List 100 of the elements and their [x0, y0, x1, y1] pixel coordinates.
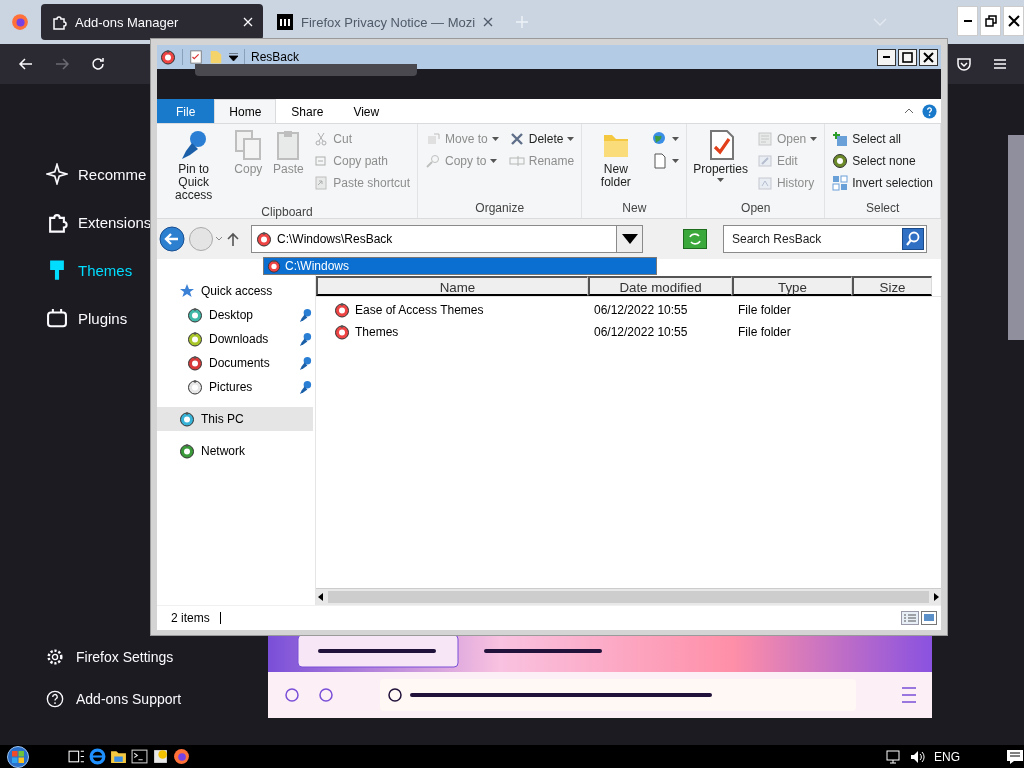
copy-to-icon — [425, 153, 442, 169]
refresh-icon — [683, 229, 707, 249]
help-icon — [922, 103, 937, 119]
file-name-cell[interactable]: Ease of Access Themes — [316, 302, 588, 318]
browser-app-button[interactable] — [173, 748, 190, 765]
plus-icon — [515, 15, 530, 29]
column-header[interactable]: Type — [732, 276, 852, 296]
restore-button[interactable] — [980, 6, 1001, 36]
ribbon-tab[interactable]: Home — [214, 99, 277, 123]
help-app-icon — [152, 748, 169, 765]
close-button[interactable] — [919, 48, 938, 66]
back-button[interactable] — [159, 226, 185, 252]
ribbon-button[interactable]: New folder — [586, 127, 646, 200]
group-label: New — [621, 200, 648, 217]
star-icon — [179, 283, 195, 299]
ribbon-button[interactable]: Select none — [829, 151, 936, 171]
move-icon — [425, 131, 442, 147]
invert-selection-icon — [832, 175, 849, 191]
maximize-button[interactable] — [898, 48, 917, 66]
ribbon-button[interactable]: Select all — [829, 129, 936, 149]
nav-item[interactable]: Quick access — [157, 279, 313, 303]
help-button[interactable] — [922, 103, 937, 119]
sidebar-item[interactable]: Themes — [46, 258, 133, 282]
window-title: ResBack — [251, 50, 300, 64]
search-button[interactable] — [900, 228, 926, 250]
column-header[interactable]: Date modified — [588, 276, 732, 296]
open-icon — [756, 131, 773, 147]
reload-icon — [90, 56, 106, 72]
notifications-button[interactable] — [1006, 748, 1024, 765]
refresh-button[interactable] — [683, 229, 707, 249]
address-bar[interactable]: C:\Windows\ResBack — [251, 225, 643, 253]
start-icon — [6, 745, 30, 768]
ribbon-button[interactable]: Properties — [691, 127, 750, 200]
address-input[interactable]: C:\Windows\ResBack — [277, 232, 611, 246]
table-cell-text: File folder — [737, 303, 792, 317]
close-icon — [923, 51, 934, 63]
up-button[interactable] — [227, 232, 239, 246]
up-icon — [227, 232, 239, 246]
dropdown-icon — [621, 234, 638, 244]
collapse-ribbon-icon — [904, 108, 914, 114]
column-header[interactable]: Size — [852, 276, 932, 296]
sparkle-icon — [46, 163, 68, 185]
language-indicator[interactable]: ENG — [934, 749, 960, 764]
maximize-icon — [902, 51, 913, 63]
orb-icon — [334, 324, 350, 340]
search-icon — [902, 228, 924, 250]
back-icon — [18, 56, 34, 72]
browser-tab[interactable]: Add-ons Manager — [41, 4, 263, 40]
nav-item[interactable]: This PC — [157, 407, 313, 431]
horizontal-scrollbar[interactable] — [316, 588, 941, 605]
minimize-icon — [963, 20, 972, 22]
plugin-icon — [46, 307, 68, 329]
select-none-icon — [832, 153, 849, 169]
dropdown-button[interactable] — [616, 226, 642, 252]
sidebar-item[interactable]: Extensions — [46, 210, 152, 234]
web-browser-button[interactable] — [89, 748, 106, 765]
sidebar-link[interactable]: Firefox Settings — [46, 645, 174, 669]
terminal-button[interactable] — [131, 748, 148, 765]
large-icons-view-button[interactable] — [921, 611, 937, 625]
forward-icon — [54, 56, 70, 72]
ribbon-button[interactable]: Pin to Quick access — [161, 127, 227, 204]
ribbon-tab[interactable]: File — [157, 99, 215, 123]
search-box[interactable]: Search ResBack — [723, 225, 927, 253]
column-header[interactable]: Name — [316, 276, 588, 296]
settings-icon — [46, 648, 64, 666]
nav-item[interactable]: Desktop — [157, 303, 298, 327]
group-label: Clipboard — [260, 204, 314, 220]
close-icon — [243, 17, 253, 27]
item-count: 2 items — [171, 611, 210, 625]
nav-item[interactable]: Downloads — [157, 327, 298, 351]
sidebar-item[interactable]: Recomme — [46, 162, 147, 186]
minimize-button[interactable] — [877, 48, 896, 66]
help-app-button[interactable] — [152, 748, 169, 765]
file-explorer-button[interactable] — [110, 748, 127, 765]
ribbon-button[interactable]: Delete — [505, 129, 578, 149]
rename-icon — [508, 153, 525, 169]
group-label: Organize — [474, 200, 526, 217]
sidebar-link[interactable]: Add-ons Support — [46, 687, 182, 711]
scrollbar[interactable] — [1008, 135, 1024, 340]
close-icon — [1007, 15, 1020, 27]
collapse-ribbon-button[interactable] — [904, 108, 914, 114]
minimize-icon — [883, 56, 890, 58]
file-name-cell[interactable]: Themes — [316, 324, 588, 340]
nav-item[interactable]: Pictures — [157, 375, 298, 399]
chevron-down-icon — [873, 18, 888, 26]
ribbon-button[interactable]: Invert selection — [829, 173, 936, 193]
nav-item[interactable]: Network — [157, 439, 313, 463]
task-view-button[interactable] — [68, 748, 85, 765]
sidebar-item[interactable]: Plugins — [46, 306, 128, 330]
suggestion-item[interactable]: C:\Windows — [264, 258, 656, 274]
restore-icon — [984, 15, 997, 27]
scroll-right-icon — [931, 592, 941, 602]
history-icon — [756, 175, 773, 191]
start-button[interactable] — [6, 745, 30, 768]
table-cell-text: 06/12/2022 10:55 — [593, 325, 689, 339]
select-all-icon — [832, 131, 849, 147]
back-icon — [159, 226, 185, 252]
scissors-icon — [313, 131, 330, 147]
orb-icon — [256, 231, 272, 247]
nav-item[interactable]: Documents — [157, 351, 298, 375]
